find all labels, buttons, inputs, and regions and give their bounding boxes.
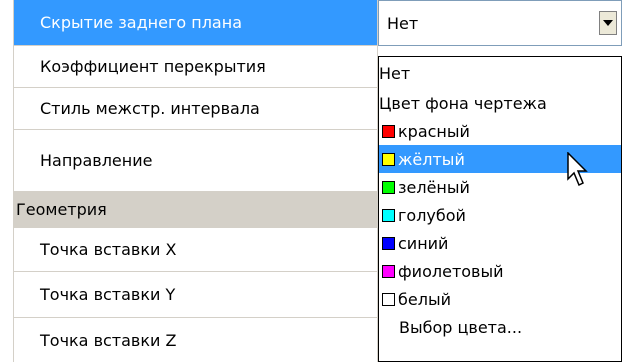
dropdown-option-red[interactable]: красный — [379, 117, 621, 145]
option-label: синий — [398, 233, 449, 253]
option-label: жёлтый — [398, 149, 465, 169]
dropdown-option-blue[interactable]: синий — [379, 229, 621, 257]
option-label: Цвет фона чертежа — [379, 93, 547, 113]
dropdown-option-white[interactable]: белый — [379, 285, 621, 313]
option-label: зелёный — [398, 177, 470, 197]
green-swatch-icon — [382, 180, 395, 194]
property-name: Скрытие заднего плана — [14, 0, 378, 45]
combo-dropdown-button[interactable] — [599, 11, 617, 35]
red-swatch-icon — [382, 124, 395, 138]
dropdown-option-drawing-bg[interactable]: Цвет фона чертежа — [379, 89, 621, 117]
property-name: Коэффициент перекрытия — [14, 46, 378, 87]
grid-left-gutter — [0, 0, 14, 362]
dropdown-option-magenta[interactable]: фиолетовый — [379, 257, 621, 285]
background-mask-combo[interactable]: Нет — [378, 0, 622, 46]
chevron-down-icon — [603, 20, 613, 26]
dropdown-option-none[interactable]: Нет — [379, 59, 621, 87]
option-label: фиолетовый — [398, 261, 504, 281]
dropdown-option-choose-color[interactable]: Выбор цвета... — [379, 313, 621, 341]
yellow-swatch-icon — [382, 152, 395, 166]
option-label: красный — [398, 121, 470, 141]
property-name: Направление — [14, 130, 378, 191]
option-label: Выбор цвета... — [399, 317, 523, 337]
color-dropdown-list: Нет Цвет фона чертежа красный жёлтый зел… — [378, 56, 622, 362]
property-name: Точка вставки Y — [14, 272, 378, 317]
option-label: голубой — [398, 205, 466, 225]
magenta-swatch-icon — [382, 264, 395, 278]
cyan-swatch-icon — [382, 208, 395, 222]
combo-value: Нет — [387, 13, 419, 33]
properties-grid: Скрытие заднего плана Коэффициент перекр… — [0, 0, 622, 362]
dropdown-option-cyan[interactable]: голубой — [379, 201, 621, 229]
white-swatch-icon — [382, 292, 395, 306]
mouse-pointer-icon — [567, 152, 588, 187]
option-label: белый — [398, 289, 451, 309]
option-label: Нет — [379, 63, 411, 83]
property-name: Точка вставки X — [14, 228, 378, 271]
property-name: Точка вставки Z — [14, 318, 378, 362]
property-name: Стиль межстр. интервала — [14, 88, 378, 129]
blue-swatch-icon — [382, 236, 395, 250]
